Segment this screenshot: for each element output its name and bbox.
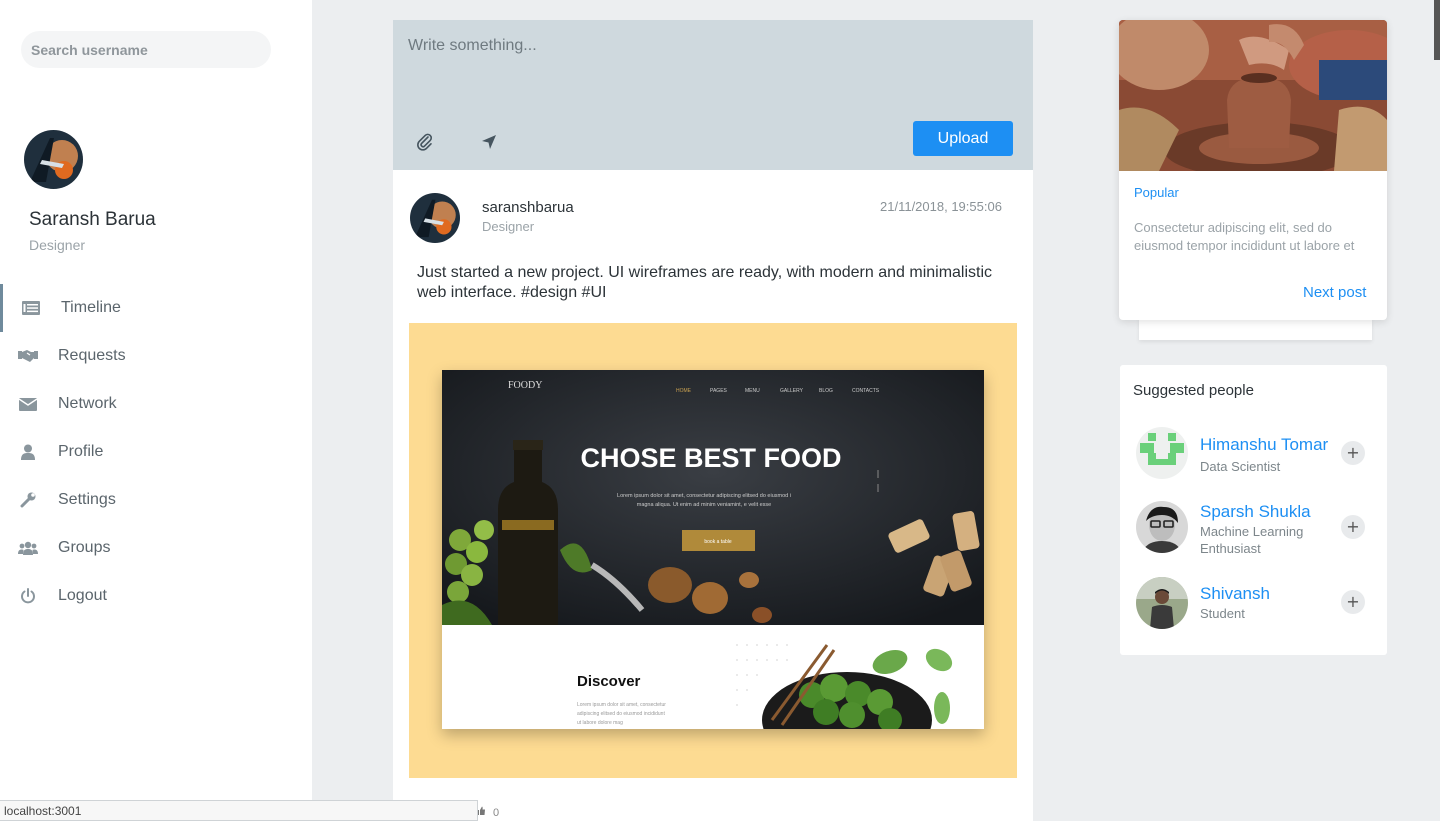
mockup-section-title: Discover — [577, 673, 641, 690]
power-icon — [18, 586, 38, 606]
sidebar-item-label: Network — [58, 395, 117, 412]
suggested-title: Suggested people — [1133, 382, 1254, 399]
mockup-cta: book a table — [704, 539, 731, 545]
timeline-icon — [21, 298, 41, 318]
envelope-icon — [18, 394, 38, 414]
sidebar-item-requests[interactable]: Requests — [0, 332, 312, 380]
mockup-section-text-2: adipiscing elitsed do eiusmod incididunt — [577, 711, 665, 717]
sidebar-item-label: Profile — [58, 443, 104, 460]
suggested-people-card: Suggested people Himanshu Tomar Data Sci… — [1120, 365, 1387, 655]
post-timestamp: 21/11/2018, 19:55:06 — [880, 199, 1002, 214]
attachment-icon[interactable] — [414, 131, 436, 153]
add-person-button[interactable]: + — [1341, 441, 1365, 465]
location-arrow-icon[interactable] — [478, 131, 500, 153]
sidebar-item-label: Settings — [58, 491, 116, 508]
mockup-headline: CHOSE BEST FOOD — [580, 443, 841, 473]
sidebar-item-label: Requests — [58, 347, 126, 364]
sidebar-item-timeline[interactable]: Timeline — [0, 284, 312, 332]
next-post-link[interactable]: Next post — [1303, 284, 1366, 301]
page-scrollbar[interactable] — [1434, 0, 1440, 60]
sidebar-item-label: Timeline — [61, 299, 121, 316]
popular-tag[interactable]: Popular — [1134, 185, 1179, 200]
mockup-subtext-2: magna aliqua. Ut enim ad minim veniamint… — [637, 502, 772, 508]
popular-excerpt: Consectetur adipiscing elit, sed do eius… — [1134, 220, 1355, 253]
mockup-nav-menu: MENU — [745, 388, 760, 394]
mockup-nav-blog: BLOG — [819, 388, 833, 394]
post-input[interactable] — [393, 20, 1033, 120]
mockup-nav-pages: PAGES — [710, 388, 728, 394]
profile-avatar[interactable] — [24, 130, 83, 189]
popular-post-image[interactable] — [1119, 20, 1387, 178]
mockup-nav-home: HOME — [676, 388, 692, 394]
suggested-person-role: Student — [1200, 606, 1245, 621]
avatar[interactable] — [1136, 577, 1188, 629]
post-author-avatar[interactable] — [410, 193, 460, 243]
mockup-subtext-1: Lorem ipsum dolor sit amet, consectetur … — [617, 493, 791, 499]
mockup-nav-contacts: CONTACTS — [852, 388, 880, 394]
sidebar-nav: Timeline Requests Network Profile Settin… — [0, 284, 312, 620]
mockup-section-text-1: Lorem ipsum dolor sit amet, consectetur — [577, 702, 666, 708]
sidebar-item-settings[interactable]: Settings — [0, 476, 312, 524]
mockup-nav-gallery: GALLERY — [780, 388, 804, 394]
sidebar-item-logout[interactable]: Logout — [0, 572, 312, 620]
user-icon — [18, 442, 38, 462]
sidebar-item-network[interactable]: Network — [0, 380, 312, 428]
sidebar-item-label: Groups — [58, 539, 111, 556]
post-author-role: Designer — [482, 219, 535, 234]
avatar[interactable] — [1136, 501, 1188, 553]
add-person-button[interactable]: + — [1341, 590, 1365, 614]
status-bar-url: localhost:3001 — [0, 800, 478, 821]
mockup-section-text-3: ut labore dolore mag — [577, 720, 623, 726]
like-count: 0 — [493, 807, 500, 819]
post-text: Just started a new project. UI wireframe… — [417, 264, 993, 301]
suggested-person-role: Machine Learning Enthusiast — [1200, 524, 1304, 556]
avatar[interactable] — [1136, 427, 1188, 479]
sidebar-item-profile[interactable]: Profile — [0, 428, 312, 476]
mockup-brand: FOODY — [508, 380, 542, 391]
search-input[interactable] — [21, 31, 271, 68]
handshake-icon — [18, 346, 38, 366]
suggested-person-name[interactable]: Shivansh — [1200, 584, 1270, 604]
add-person-button[interactable]: + — [1341, 515, 1365, 539]
user-role: Designer — [29, 237, 86, 253]
suggested-person-name[interactable]: Sparsh Shukla — [1200, 502, 1311, 522]
upload-button[interactable]: Upload — [913, 121, 1013, 156]
sidebar-item-label: Logout — [58, 587, 107, 604]
suggested-person-name[interactable]: Himanshu Tomar — [1200, 435, 1328, 455]
user-name: Saransh Barua — [29, 209, 156, 230]
popular-card-stack — [1139, 318, 1372, 340]
popular-post-card: Popular Consectetur adipiscing elit, sed… — [1119, 20, 1387, 320]
users-icon — [18, 538, 38, 558]
website-mockup: FOODY HOME PAGES MENU GALLERY BLOG CONTA… — [442, 370, 984, 729]
sidebar: Saransh Barua Designer Timeline Requests… — [0, 0, 312, 821]
sidebar-item-groups[interactable]: Groups — [0, 524, 312, 572]
suggested-person-role: Data Scientist — [1200, 459, 1281, 474]
post-author-name[interactable]: saranshbarua — [482, 199, 574, 216]
wrench-icon — [18, 490, 38, 510]
